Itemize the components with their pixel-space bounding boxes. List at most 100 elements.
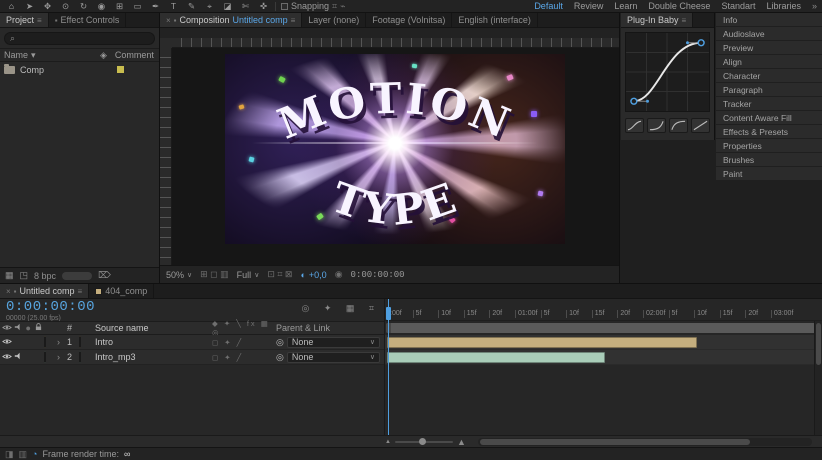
zoom-tool-icon[interactable]: ⊙: [59, 0, 72, 12]
layer-duration-bar-intro-mp3[interactable]: [387, 352, 605, 363]
label-swatch-icon[interactable]: ◈: [100, 50, 107, 61]
curve-handle-start[interactable]: [631, 98, 637, 104]
pan-behind-tool-icon[interactable]: ⊞: [113, 0, 126, 12]
project-item-comp[interactable]: Comp: [0, 62, 159, 77]
magnification-dropdown[interactable]: 50% ∨: [166, 270, 192, 280]
resolution-dropdown[interactable]: Full ∨: [237, 270, 260, 280]
home-icon[interactable]: ⌂: [5, 0, 18, 12]
lock-toggle[interactable]: [34, 337, 45, 347]
work-area-bar[interactable]: [386, 323, 821, 333]
parent-dropdown[interactable]: None ∨: [287, 337, 380, 348]
panel-tab-content-aware-fill[interactable]: Content Aware Fill: [716, 111, 822, 124]
close-icon[interactable]: ×: [6, 287, 11, 296]
tab-project[interactable]: Project ≡: [0, 13, 49, 27]
tab-404-comp[interactable]: 404_comp: [89, 284, 154, 298]
ease-preset-3-button[interactable]: [669, 118, 688, 133]
type-tool-icon[interactable]: T: [167, 0, 180, 12]
workspace-libraries[interactable]: Libraries: [766, 1, 801, 11]
bezier-handle[interactable]: [686, 41, 689, 44]
snap-option-icon[interactable]: ⌗: [332, 1, 337, 12]
roto-brush-tool-icon[interactable]: ✄: [239, 0, 252, 12]
panel-menu-icon[interactable]: ≡: [78, 287, 83, 296]
snap-option2-icon[interactable]: ⌁: [340, 1, 345, 12]
orbit-tool-icon[interactable]: ↻: [77, 0, 90, 12]
panel-tab-properties[interactable]: Properties: [716, 139, 822, 152]
workspace-overflow-icon[interactable]: »: [812, 1, 817, 11]
close-icon[interactable]: ×: [166, 16, 171, 25]
source-name-column-header[interactable]: Source name: [95, 323, 212, 333]
speed-graph[interactable]: [625, 32, 710, 112]
timeline-track-area[interactable]: :00f 5f 10f 15f 20f 01:00f 5f 10f 15f 20…: [385, 299, 822, 435]
pickwhip-icon[interactable]: ◎: [276, 352, 284, 363]
shape-tool-icon[interactable]: ▭: [131, 0, 144, 12]
eraser-tool-icon[interactable]: ◪: [221, 0, 234, 12]
pickwhip-icon[interactable]: ◎: [276, 337, 284, 348]
region-icon[interactable]: ▥: [19, 449, 28, 460]
timeline-vertical-scrollbar[interactable]: [814, 321, 822, 435]
audio-toggle[interactable]: [13, 337, 24, 347]
timeline-horizontal-scrollbar[interactable]: [478, 438, 812, 446]
panel-menu-icon[interactable]: ≡: [37, 16, 42, 25]
ease-preset-1-button[interactable]: [625, 118, 644, 133]
tab-plug-in-baby[interactable]: Plug-In Baby ≡: [621, 13, 693, 27]
tab-english-interface[interactable]: English (interface): [452, 13, 538, 27]
track-row-intro[interactable]: [385, 335, 822, 350]
workspace-standart[interactable]: Standart: [721, 1, 755, 11]
viewer-timecode[interactable]: 0:00:00:00: [351, 270, 405, 280]
snapshot-camera-icon[interactable]: ◉: [335, 269, 343, 280]
solo-toggle[interactable]: [23, 337, 34, 347]
zoom-slider[interactable]: [395, 441, 453, 443]
project-search-input[interactable]: ⌕: [4, 32, 155, 45]
layer-row-intro-mp3[interactable]: › 2 Intro_mp3 ◻ ✦ ╱ ◎ None ∨: [0, 350, 384, 365]
zoom-slider-knob[interactable]: [419, 438, 426, 445]
layer-row-intro[interactable]: › 1 Intro ◻ ✦ ╱ ◎ None ∨: [0, 335, 384, 350]
expander-icon[interactable]: ›: [57, 337, 67, 347]
workspace-double-cheese[interactable]: Double Cheese: [648, 1, 710, 11]
grid-guides-icons[interactable]: ⊞ ◻ ▥: [200, 269, 229, 280]
curve-handle-end[interactable]: [698, 40, 704, 46]
panel-tab-character[interactable]: Character: [716, 69, 822, 82]
panel-tab-brushes[interactable]: Brushes: [716, 153, 822, 166]
top-ruler[interactable]: [172, 38, 619, 48]
panel-tab-audioslave[interactable]: Audioslave: [716, 27, 822, 40]
scrollbar-handle[interactable]: [816, 323, 821, 365]
eye-icon[interactable]: [2, 352, 13, 362]
brush-tool-icon[interactable]: ✎: [185, 0, 198, 12]
playhead[interactable]: [388, 299, 389, 435]
composition-frame[interactable]: MOTION MOTION TYPE TYPE: [225, 54, 565, 244]
bezier-handle[interactable]: [646, 100, 649, 103]
tab-composition[interactable]: × ▪ Composition Untitled comp ≡: [160, 13, 302, 27]
time-ruler[interactable]: :00f 5f 10f 15f 20f 01:00f 5f 10f 15f 20…: [385, 299, 822, 321]
puppet-tool-icon[interactable]: ✜: [257, 0, 270, 12]
layer-duration-bar-intro[interactable]: [387, 337, 697, 348]
exposure-control[interactable]: ◐ +0,0: [300, 270, 326, 280]
eye-icon[interactable]: [2, 337, 13, 347]
solo-toggle[interactable]: [23, 352, 34, 362]
ease-preset-2-button[interactable]: [647, 118, 666, 133]
panel-tab-preview[interactable]: Preview: [716, 41, 822, 54]
current-timecode[interactable]: 0:00:00:00: [6, 301, 95, 314]
workspace-default[interactable]: Default: [534, 1, 563, 11]
trash-icon[interactable]: ⌦: [98, 270, 111, 281]
panel-tab-paint[interactable]: Paint: [716, 167, 822, 180]
label-color-swatch[interactable]: [117, 66, 124, 73]
hand-tool-icon[interactable]: ✥: [41, 0, 54, 12]
panel-tab-tracker[interactable]: Tracker: [716, 97, 822, 110]
composition-toggle-icons[interactable]: ◎ ✦ ▦ ⌗: [302, 301, 380, 314]
column-comment[interactable]: Comment: [115, 50, 154, 60]
composition-canvas[interactable]: MOTION MOTION TYPE TYPE: [172, 48, 619, 265]
track-row-intro-mp3[interactable]: [385, 350, 822, 365]
panel-tab-paragraph[interactable]: Paragraph: [716, 83, 822, 96]
clone-stamp-tool-icon[interactable]: ⌖: [203, 0, 216, 12]
zoom-out-mountain-icon[interactable]: ▲: [385, 439, 391, 445]
lock-toggle[interactable]: [34, 352, 45, 362]
pen-tool-icon[interactable]: ✒: [149, 0, 162, 12]
ease-preset-4-button[interactable]: [691, 118, 710, 133]
tab-untitled-comp[interactable]: × ▪ Untitled comp ≡: [0, 284, 89, 298]
panel-tab-effects-presets[interactable]: Effects & Presets: [716, 125, 822, 138]
toggle-transparency-icon[interactable]: ◨: [5, 449, 14, 460]
number-column-header[interactable]: #: [67, 323, 79, 333]
layer-switches[interactable]: ◻ ✦ ╱: [212, 338, 276, 347]
playhead-handle[interactable]: [386, 307, 391, 320]
footage-interpret-icon[interactable]: ▦: [5, 270, 14, 281]
